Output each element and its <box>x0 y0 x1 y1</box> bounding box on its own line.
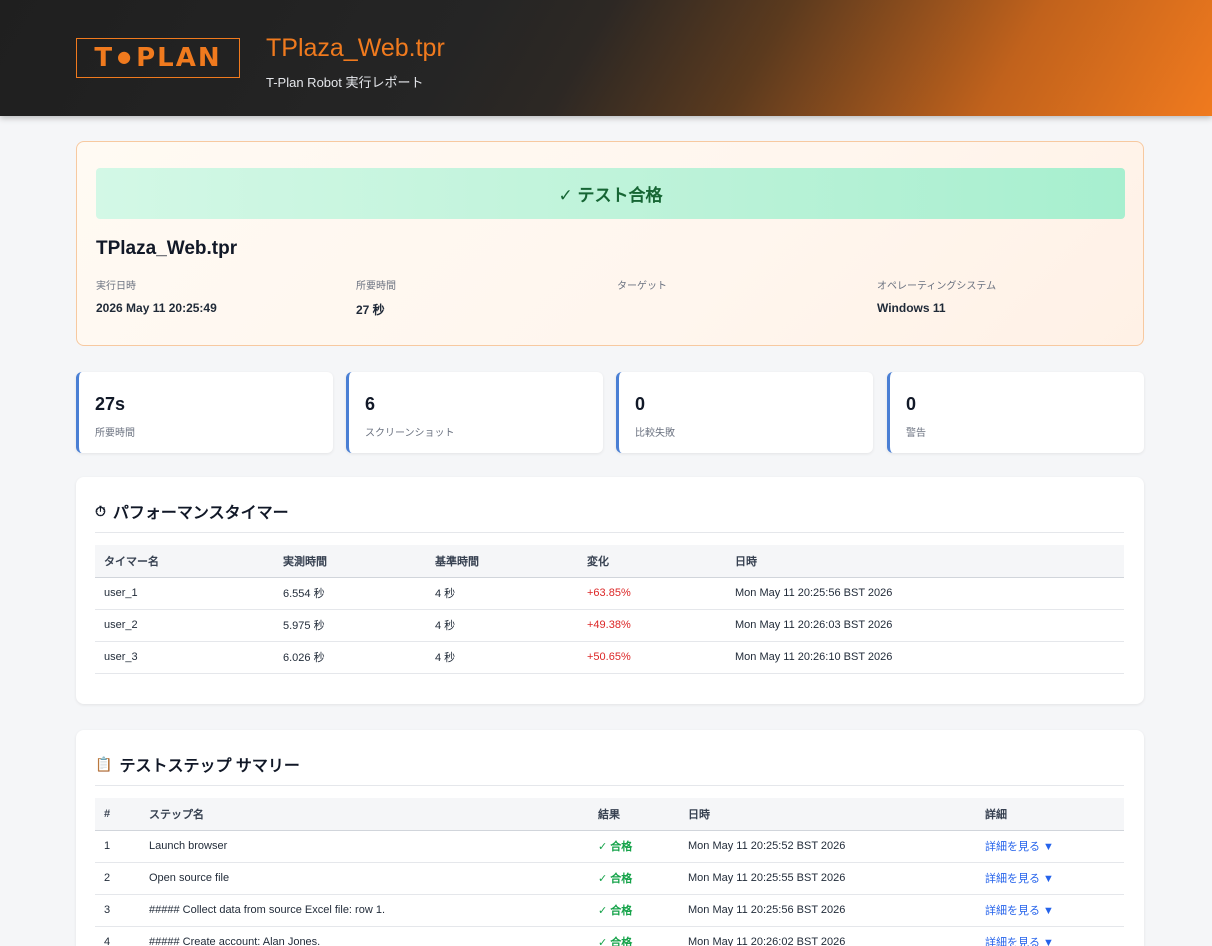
step-name: ##### Create account: Alan Jones. <box>140 926 589 946</box>
meta-label: ターゲット <box>617 281 667 292</box>
timer-date: Mon May 11 20:26:10 BST 2026 <box>726 641 1124 674</box>
stat-card-screenshots: 6 スクリーンショット <box>346 372 603 453</box>
clipboard-icon: 📋 <box>95 755 113 772</box>
timers-title: ⏱ パフォーマンスタイマー <box>95 499 289 523</box>
step-date: Mon May 11 20:25:52 BST 2026 <box>679 830 976 863</box>
logo-text-left: T <box>94 43 115 73</box>
view-details-link[interactable]: 詳細を見る ▼ <box>985 841 1054 853</box>
stat-label: 比較失敗 <box>635 428 675 439</box>
divider <box>95 532 1124 533</box>
table-row: 2 Open source file ✓ 合格 Mon May 11 20:25… <box>95 862 1124 895</box>
result-card: ✓ テスト合格 TPlaza_Web.tpr 実行日時 2026 May 11 … <box>76 141 1144 346</box>
table-row: user_3 6.026 秒 4 秒 +50.65% Mon May 11 20… <box>95 641 1124 674</box>
stat-card-duration: 27s 所要時間 <box>76 372 333 453</box>
meta-label: 所要時間 <box>356 281 396 292</box>
col-actual: 実測時間 <box>274 545 426 578</box>
meta-value: 27 秒 <box>356 303 385 317</box>
meta-target: ターゲット <box>617 277 857 301</box>
col-timer-name: タイマー名 <box>95 545 274 578</box>
stat-value: 6 <box>365 394 376 414</box>
timer-base: 4 秒 <box>426 641 578 674</box>
stat-card-compare-failures: 0 比較失敗 <box>616 372 873 453</box>
col-number: # <box>95 798 140 831</box>
step-number: 2 <box>95 862 140 895</box>
stat-card-warnings: 0 警告 <box>887 372 1144 453</box>
timer-change: +49.38% <box>578 609 726 642</box>
step-result: ✓ 合格 <box>589 894 679 927</box>
step-date: Mon May 11 20:25:55 BST 2026 <box>679 862 976 895</box>
tplan-logo: T ● PLAN <box>76 38 240 78</box>
timer-name: user_3 <box>95 641 274 674</box>
timer-date: Mon May 11 20:26:03 BST 2026 <box>726 609 1124 642</box>
pass-banner: ✓ テスト合格 <box>96 168 1125 219</box>
timer-actual: 5.975 秒 <box>274 609 426 642</box>
table-row: 1 Launch browser ✓ 合格 Mon May 11 20:25:5… <box>95 830 1124 863</box>
step-result: ✓ 合格 <box>589 926 679 946</box>
meta-value: Windows 11 <box>877 301 946 315</box>
table-row: 4 ##### Create account: Alan Jones. ✓ 合格… <box>95 926 1124 946</box>
view-details-link[interactable]: 詳細を見る ▼ <box>985 937 1054 946</box>
step-name: Launch browser <box>140 830 589 863</box>
steps-title-text: テストステップ サマリー <box>119 758 300 775</box>
view-details-link[interactable]: 詳細を見る ▼ <box>985 905 1054 917</box>
stat-label: 所要時間 <box>95 428 135 439</box>
step-date: Mon May 11 20:26:02 BST 2026 <box>679 926 976 946</box>
step-number: 3 <box>95 894 140 927</box>
col-baseline: 基準時間 <box>426 545 578 578</box>
table-row: 3 ##### Collect data from source Excel f… <box>95 894 1124 927</box>
stat-label: スクリーンショット <box>365 428 455 439</box>
col-change: 変化 <box>578 545 726 578</box>
timer-name: user_2 <box>95 609 274 642</box>
meta-os: オペレーティングシステム Windows 11 <box>877 277 1117 315</box>
meta-label: 実行日時 <box>96 281 136 292</box>
meta-run-date: 実行日時 2026 May 11 20:25:49 <box>96 277 336 315</box>
meta-label: オペレーティングシステム <box>877 281 997 292</box>
col-detail: 詳細 <box>976 798 1124 831</box>
step-date: Mon May 11 20:25:56 BST 2026 <box>679 894 976 927</box>
steps-table: # ステップ名 結果 日時 詳細 1 Launch browser ✓ 合格 M… <box>95 798 1124 946</box>
steps-panel: 📋 テストステップ サマリー # ステップ名 結果 日時 詳細 1 Launch… <box>76 730 1144 946</box>
report-header: T ● PLAN TPlaza_Web.tpr T-Plan Robot 実行レポー… <box>0 0 1212 116</box>
meta-duration: 所要時間 27 秒 <box>356 277 596 318</box>
stat-value: 0 <box>906 394 917 414</box>
col-date: 日時 <box>679 798 976 831</box>
table-header-row: # ステップ名 結果 日時 詳細 <box>95 798 1124 831</box>
timer-actual: 6.026 秒 <box>274 641 426 674</box>
col-date: 日時 <box>726 545 1124 578</box>
step-number: 4 <box>95 926 140 946</box>
col-result: 結果 <box>589 798 679 831</box>
meta-value: 2026 May 11 20:25:49 <box>96 301 217 315</box>
timers-title-text: パフォーマンスタイマー <box>112 505 289 522</box>
timer-name: user_1 <box>95 577 274 610</box>
col-step-name: ステップ名 <box>140 798 589 831</box>
stopwatch-icon: ⏱ <box>95 502 106 519</box>
timer-base: 4 秒 <box>426 609 578 642</box>
step-name: ##### Collect data from source Excel fil… <box>140 894 589 927</box>
timer-actual: 6.554 秒 <box>274 577 426 610</box>
stat-value: 27s <box>95 394 126 414</box>
timer-change: +63.85% <box>578 577 726 610</box>
steps-title: 📋 テストステップ サマリー <box>95 752 300 776</box>
table-header-row: タイマー名 実測時間 基準時間 変化 日時 <box>95 545 1124 578</box>
timer-date: Mon May 11 20:25:56 BST 2026 <box>726 577 1124 610</box>
step-name: Open source file <box>140 862 589 895</box>
logo-text-right: PLAN <box>136 43 222 73</box>
step-number: 1 <box>95 830 140 863</box>
script-name: TPlaza_Web.tpr <box>96 238 238 259</box>
timers-panel: ⏱ パフォーマンスタイマー タイマー名 実測時間 基準時間 変化 日時 user… <box>76 477 1144 704</box>
table-row: user_1 6.554 秒 4 秒 +63.85% Mon May 11 20… <box>95 577 1124 610</box>
stat-value: 0 <box>635 394 646 414</box>
table-row: user_2 5.975 秒 4 秒 +49.38% Mon May 11 20… <box>95 609 1124 642</box>
report-subtitle: T-Plan Robot 実行レポート <box>266 75 424 90</box>
stat-label: 警告 <box>906 428 926 439</box>
timer-change: +50.65% <box>578 641 726 674</box>
step-result: ✓ 合格 <box>589 862 679 895</box>
step-result: ✓ 合格 <box>589 830 679 863</box>
timers-table: タイマー名 実測時間 基準時間 変化 日時 user_1 6.554 秒 4 秒… <box>95 545 1124 674</box>
divider <box>95 785 1124 786</box>
report-title: TPlaza_Web.tpr <box>266 34 445 62</box>
view-details-link[interactable]: 詳細を見る ▼ <box>985 873 1054 885</box>
timer-base: 4 秒 <box>426 577 578 610</box>
